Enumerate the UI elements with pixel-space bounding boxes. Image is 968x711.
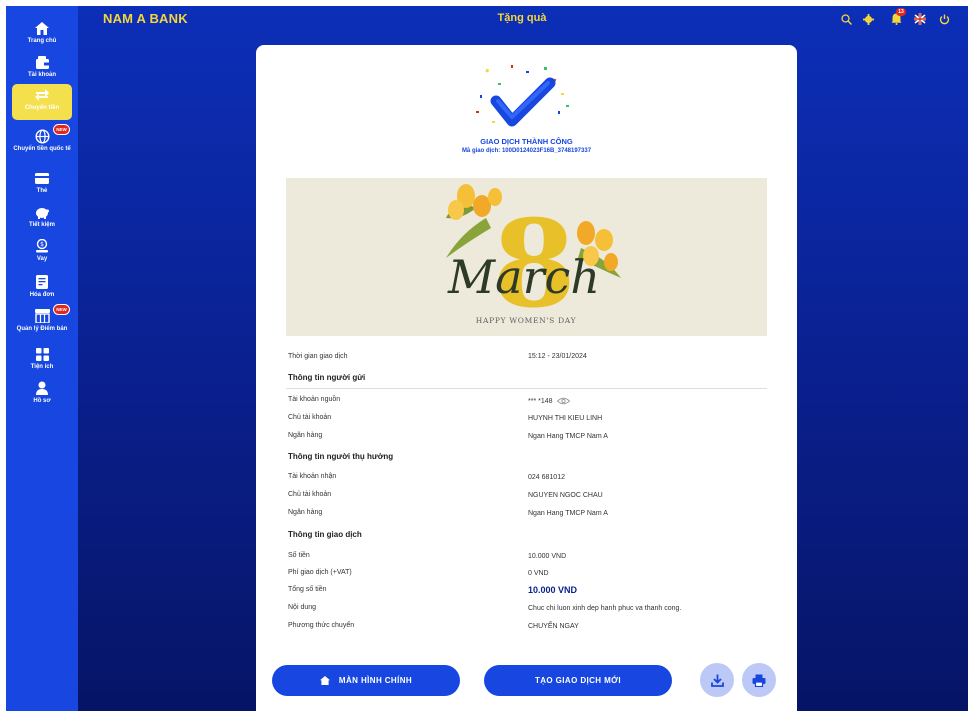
wallet-icon [33,54,51,70]
new-badge: NEW [53,304,70,315]
power-icon[interactable] [936,11,952,27]
sidebar-item-label: Quản lý Điểm bán [16,326,68,332]
print-button[interactable] [742,663,776,697]
sidebar-item-label: Tiết kiệm [29,222,55,228]
source-account-value-row: *** *148 [528,397,570,405]
womens-day-banner: 8 March HAPPY WOMEN'S DAY [286,178,767,336]
sidebar-item-transfer[interactable]: Chuyển tiền [12,84,72,120]
success-check-illustration [466,61,576,141]
transaction-status: GIAO DỊCH THÀNH CÔNG [480,137,573,146]
beneficiary-owner-value: NGUYEN NGOC CHAU [528,492,603,499]
sender-bank-label: Ngân hàng [288,432,323,439]
printer-icon [752,674,766,687]
sidebar-item-label: Tài khoản [27,72,56,78]
transaction-time-value: 15:12 - 23/01/2024 [528,353,587,360]
globe-icon [33,128,51,144]
source-account-value: *** *148 [528,397,553,405]
banner-script: March [447,250,600,304]
sidebar-item-label: Hồ sơ [33,398,51,404]
sender-bank-value: Ngan Hang TMCP Nam A [528,433,608,440]
content-value: Chuc chi luon xinh dep hanh phuc va than… [528,605,682,612]
banner-caption: HAPPY WOMEN'S DAY [476,316,577,325]
total-label: Tổng số tiền [288,586,327,593]
search-icon[interactable] [838,11,854,27]
bill-icon [33,274,51,290]
svg-text:$: $ [40,241,44,248]
sidebar: Trang chủ Tài khoản Chuyển tiền Chuyển t… [6,6,78,711]
sidebar-item-label: Chuyển tiền [24,105,60,111]
download-icon [710,674,724,687]
top-toolbar: 13 [838,8,953,27]
profile-icon [33,380,51,396]
beneficiary-account-label: Tài khoản nhận [288,473,337,480]
method-label: Phương thức chuyển [288,622,355,629]
beneficiary-bank-label: Ngân hàng [288,509,323,516]
beneficiary-owner-label: Chủ tài khoản [288,491,332,498]
sender-owner-label: Chủ tài khoản [288,414,332,421]
loan-icon: $ [33,238,51,254]
home-icon [319,676,330,685]
eye-icon[interactable] [556,397,570,405]
sidebar-item-label: Thẻ [36,188,48,194]
source-account-label: Tài khoản nguồn [288,396,341,403]
home-screen-button[interactable]: MÀN HÌNH CHÍNH [272,665,460,696]
divider [286,388,767,389]
grid-icon [33,346,51,362]
sidebar-item-label: Tiện ích [30,364,54,370]
transaction-time-label: Thời gian giao dịch [288,353,348,360]
sidebar-item-loan[interactable]: $ Vay [6,234,78,274]
receipt-card: GIAO DỊCH THÀNH CÔNG Mã giao dịch: 100D0… [256,45,797,711]
total-value: 10.000 VND [528,585,578,595]
piggy-bank-icon [33,204,51,220]
transfer-icon [33,87,51,103]
new-transaction-button[interactable]: TẠO GIAO DỊCH MỚI [484,665,672,696]
sidebar-item-intl-transfer[interactable]: Chuyển tiền quốc tế NEW [6,124,78,164]
uk-flag-icon[interactable] [912,11,928,27]
sidebar-item-label: Chuyển tiền quốc tế [13,146,71,152]
sidebar-item-label: Trang chủ [27,38,57,44]
transaction-code: 100D0124023F16B_3748197337 [501,148,592,154]
content-label: Nội dung [288,604,317,611]
sidebar-item-label: Vay [36,256,48,262]
method-value: CHUYỂN NGAY [528,623,579,630]
beneficiary-bank-value: Ngan Hang TMCP Nam A [528,510,608,517]
new-transaction-button-label: TẠO GIAO DỊCH MỚI [534,676,622,685]
beneficiary-section-title: Thông tin người thụ hưởng [288,452,394,461]
new-badge: NEW [53,124,70,135]
transaction-code-label: Mã giao dịch: [461,148,501,154]
gear-icon[interactable] [860,11,876,27]
sidebar-item-pos-management[interactable]: Quản lý Điểm bán NEW [6,304,78,344]
page-title: Tặng quà [497,12,547,24]
transaction-section-title: Thông tin giao dịch [288,530,362,539]
notification-count: 13 [896,8,906,16]
bell-icon[interactable]: 13 [888,8,906,27]
brand-logo[interactable]: NAM A BANK [103,11,188,26]
download-button[interactable] [700,663,734,697]
beneficiary-account-value: 024 681012 [528,474,565,481]
transaction-code-row: Mã giao dịch: 100D0124023F16B_3748197337 [256,148,797,154]
home-icon [33,20,51,36]
sidebar-item-profile[interactable]: Hồ sơ [6,376,78,416]
app-window: Trang chủ Tài khoản Chuyển tiền Chuyển t… [6,6,968,711]
amount-label: Số tiền [288,552,310,559]
sender-section-title: Thông tin người gửi [288,373,366,382]
home-screen-button-label: MÀN HÌNH CHÍNH [338,676,413,685]
amount-value: 10.000 VND [528,553,567,560]
fee-label: Phí giao dịch (+VAT) [288,569,352,576]
card-icon [33,170,51,186]
fee-value: 0 VND [528,570,549,577]
sidebar-item-label: Hóa đơn [29,292,55,298]
sender-owner-value: HUYNH THI KIEU LINH [528,415,603,422]
store-icon [33,308,51,324]
womens-day-artwork: 8 March HAPPY WOMEN'S DAY [446,184,621,335]
